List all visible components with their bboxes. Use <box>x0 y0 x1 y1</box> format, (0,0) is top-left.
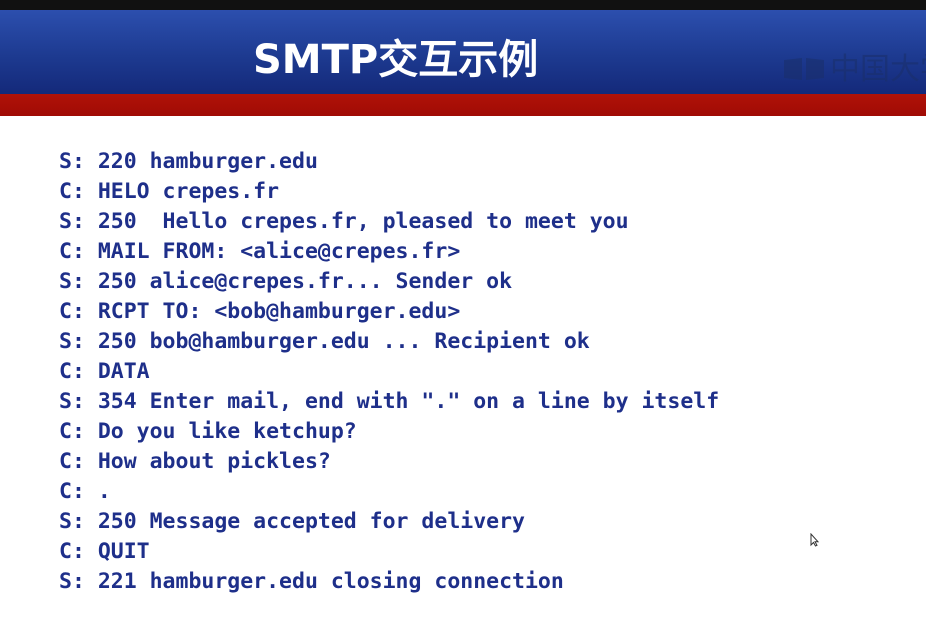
slide-title: SMTP交互示例 <box>253 37 539 83</box>
transcript-line: C: Do you like ketchup? <box>59 419 357 444</box>
transcript-line: S: 354 Enter mail, end with "." on a lin… <box>59 389 720 414</box>
transcript-line: C: MAIL FROM: <alice@crepes.fr> <box>59 239 461 264</box>
watermark: 中国大学 <box>780 50 926 90</box>
transcript-line: C: RCPT TO: <bob@hamburger.edu> <box>59 299 461 324</box>
book-logo-icon <box>784 58 824 80</box>
transcript-line: C: HELO crepes.fr <box>59 179 280 204</box>
transcript-line: S: 220 hamburger.edu <box>59 149 318 174</box>
transcript-line: C: . <box>59 479 111 504</box>
transcript-line: S: 250 Message accepted for delivery <box>59 509 525 534</box>
transcript-line: C: How about pickles? <box>59 449 331 474</box>
transcript-line: C: QUIT <box>59 539 150 564</box>
watermark-text: 中国大学 <box>830 52 926 87</box>
transcript-line: S: 250 Hello crepes.fr, pleased to meet … <box>59 209 629 234</box>
transcript-line: S: 221 hamburger.edu closing connection <box>59 569 564 594</box>
transcript-line: S: 250 alice@crepes.fr... Sender ok <box>59 269 513 294</box>
mouse-cursor-icon <box>810 533 819 547</box>
transcript-line: C: DATA <box>59 359 150 384</box>
transcript-line: S: 250 bob@hamburger.edu ... Recipient o… <box>59 329 590 354</box>
smtp-transcript: S: 220 hamburger.edu C: HELO crepes.fr S… <box>59 147 719 597</box>
accent-band <box>0 94 926 116</box>
window-top-bar <box>0 0 926 10</box>
